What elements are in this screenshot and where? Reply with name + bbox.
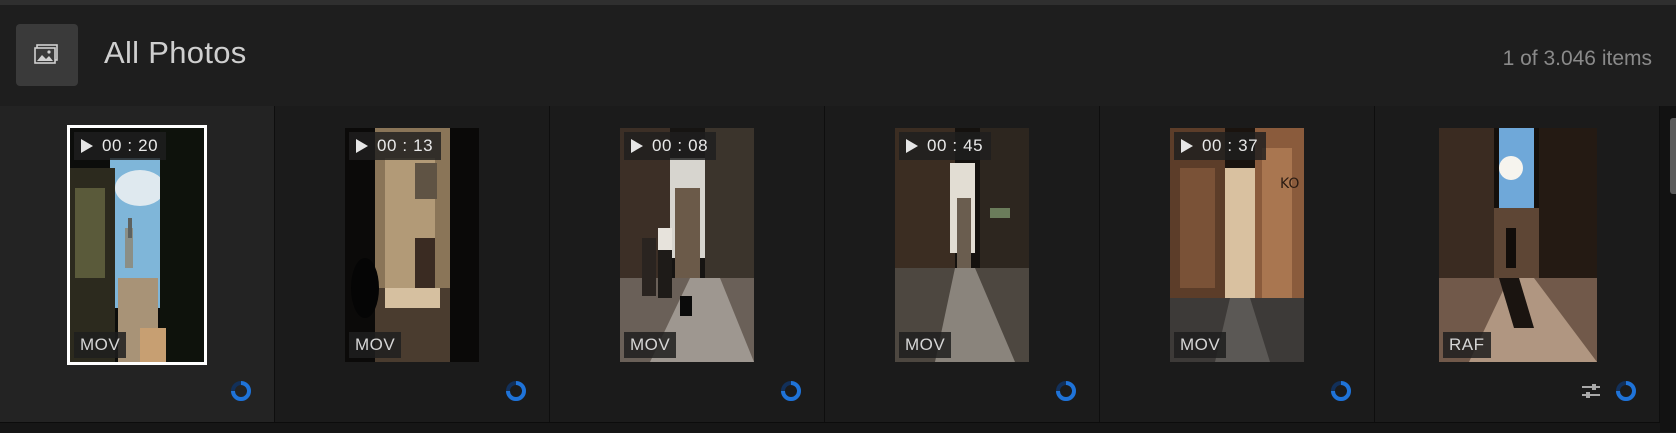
item-count: 1 of 3.046 items [1502, 47, 1652, 70]
thumbnail[interactable]: 00 : 20 MOV [67, 125, 207, 365]
sync-progress-icon [1331, 381, 1351, 401]
play-icon [1181, 139, 1193, 153]
thumbnail[interactable]: 00 : 08 MOV [620, 128, 754, 362]
thumbnail-image [620, 128, 754, 362]
thumbnail-image [70, 128, 204, 362]
sync-progress-icon [1616, 381, 1636, 401]
grid-cell[interactable]: 00 : 45 MOV [825, 106, 1100, 422]
format-badge: MOV [624, 332, 677, 358]
photo-grid: 00 : 20 MOV 00: 13 MOV 00: 08 MOV 00:… [0, 106, 1660, 422]
duration-text: 00 : 37 [1202, 136, 1259, 155]
thumbnail[interactable]: 00 : 13 MOV [345, 128, 479, 362]
duration-text: 00 : 20 [102, 136, 159, 155]
sync-progress-icon [506, 381, 526, 401]
duration-text: 00 : 13 [377, 136, 434, 155]
thumbnail-image [345, 128, 479, 362]
sync-progress-icon [1056, 381, 1076, 401]
page-title: All Photos [104, 35, 247, 70]
grid-cell[interactable]: 00 : 13 MOV [275, 106, 550, 422]
sync-progress-icon [231, 381, 251, 401]
sync-progress-icon [781, 381, 801, 401]
thumbnail[interactable]: 00 : 45 MOV [895, 128, 1029, 362]
grid-cell[interactable]: RAF [1375, 106, 1660, 422]
grid-cell[interactable]: 00 : 20 MOV [0, 106, 275, 422]
photo-album-icon [34, 44, 58, 64]
format-badge: MOV [1174, 332, 1227, 358]
duration-badge: 00 : 37 [1174, 132, 1267, 160]
format-badge: MOV [349, 332, 402, 358]
edit-sliders-icon [1582, 384, 1600, 398]
format-badge: MOV [899, 332, 952, 358]
play-icon [81, 139, 93, 153]
svg-text:KO: KO [1280, 176, 1299, 192]
duration-badge: 00 : 45 [899, 132, 992, 160]
play-icon [356, 139, 368, 153]
duration-badge: 00 : 08 [624, 132, 717, 160]
format-badge: MOV [74, 332, 127, 358]
duration-text: 00 : 08 [652, 136, 709, 155]
format-badge: RAF [1443, 332, 1491, 358]
grid-header: All Photos 1 of 3.046 items [0, 5, 1676, 106]
thumbnail-image: KO [1170, 128, 1304, 362]
play-icon [906, 139, 918, 153]
duration-badge: 00 : 20 [74, 132, 167, 160]
thumbnail[interactable]: RAF [1439, 128, 1597, 362]
duration-badge: 00 : 13 [349, 132, 442, 160]
scrollbar-thumb[interactable] [1670, 118, 1676, 194]
thumbnail-image [1439, 128, 1597, 362]
album-button[interactable] [16, 24, 78, 86]
duration-text: 00 : 45 [927, 136, 984, 155]
thumbnail-image [895, 128, 1029, 362]
play-icon [631, 139, 643, 153]
grid-cell[interactable]: 00 : 08 MOV [550, 106, 825, 422]
grid-cell[interactable]: KO 00 : 37 MOV [1100, 106, 1375, 422]
thumbnail[interactable]: KO 00 : 37 MOV [1170, 128, 1304, 362]
next-row-strip [0, 422, 1660, 433]
